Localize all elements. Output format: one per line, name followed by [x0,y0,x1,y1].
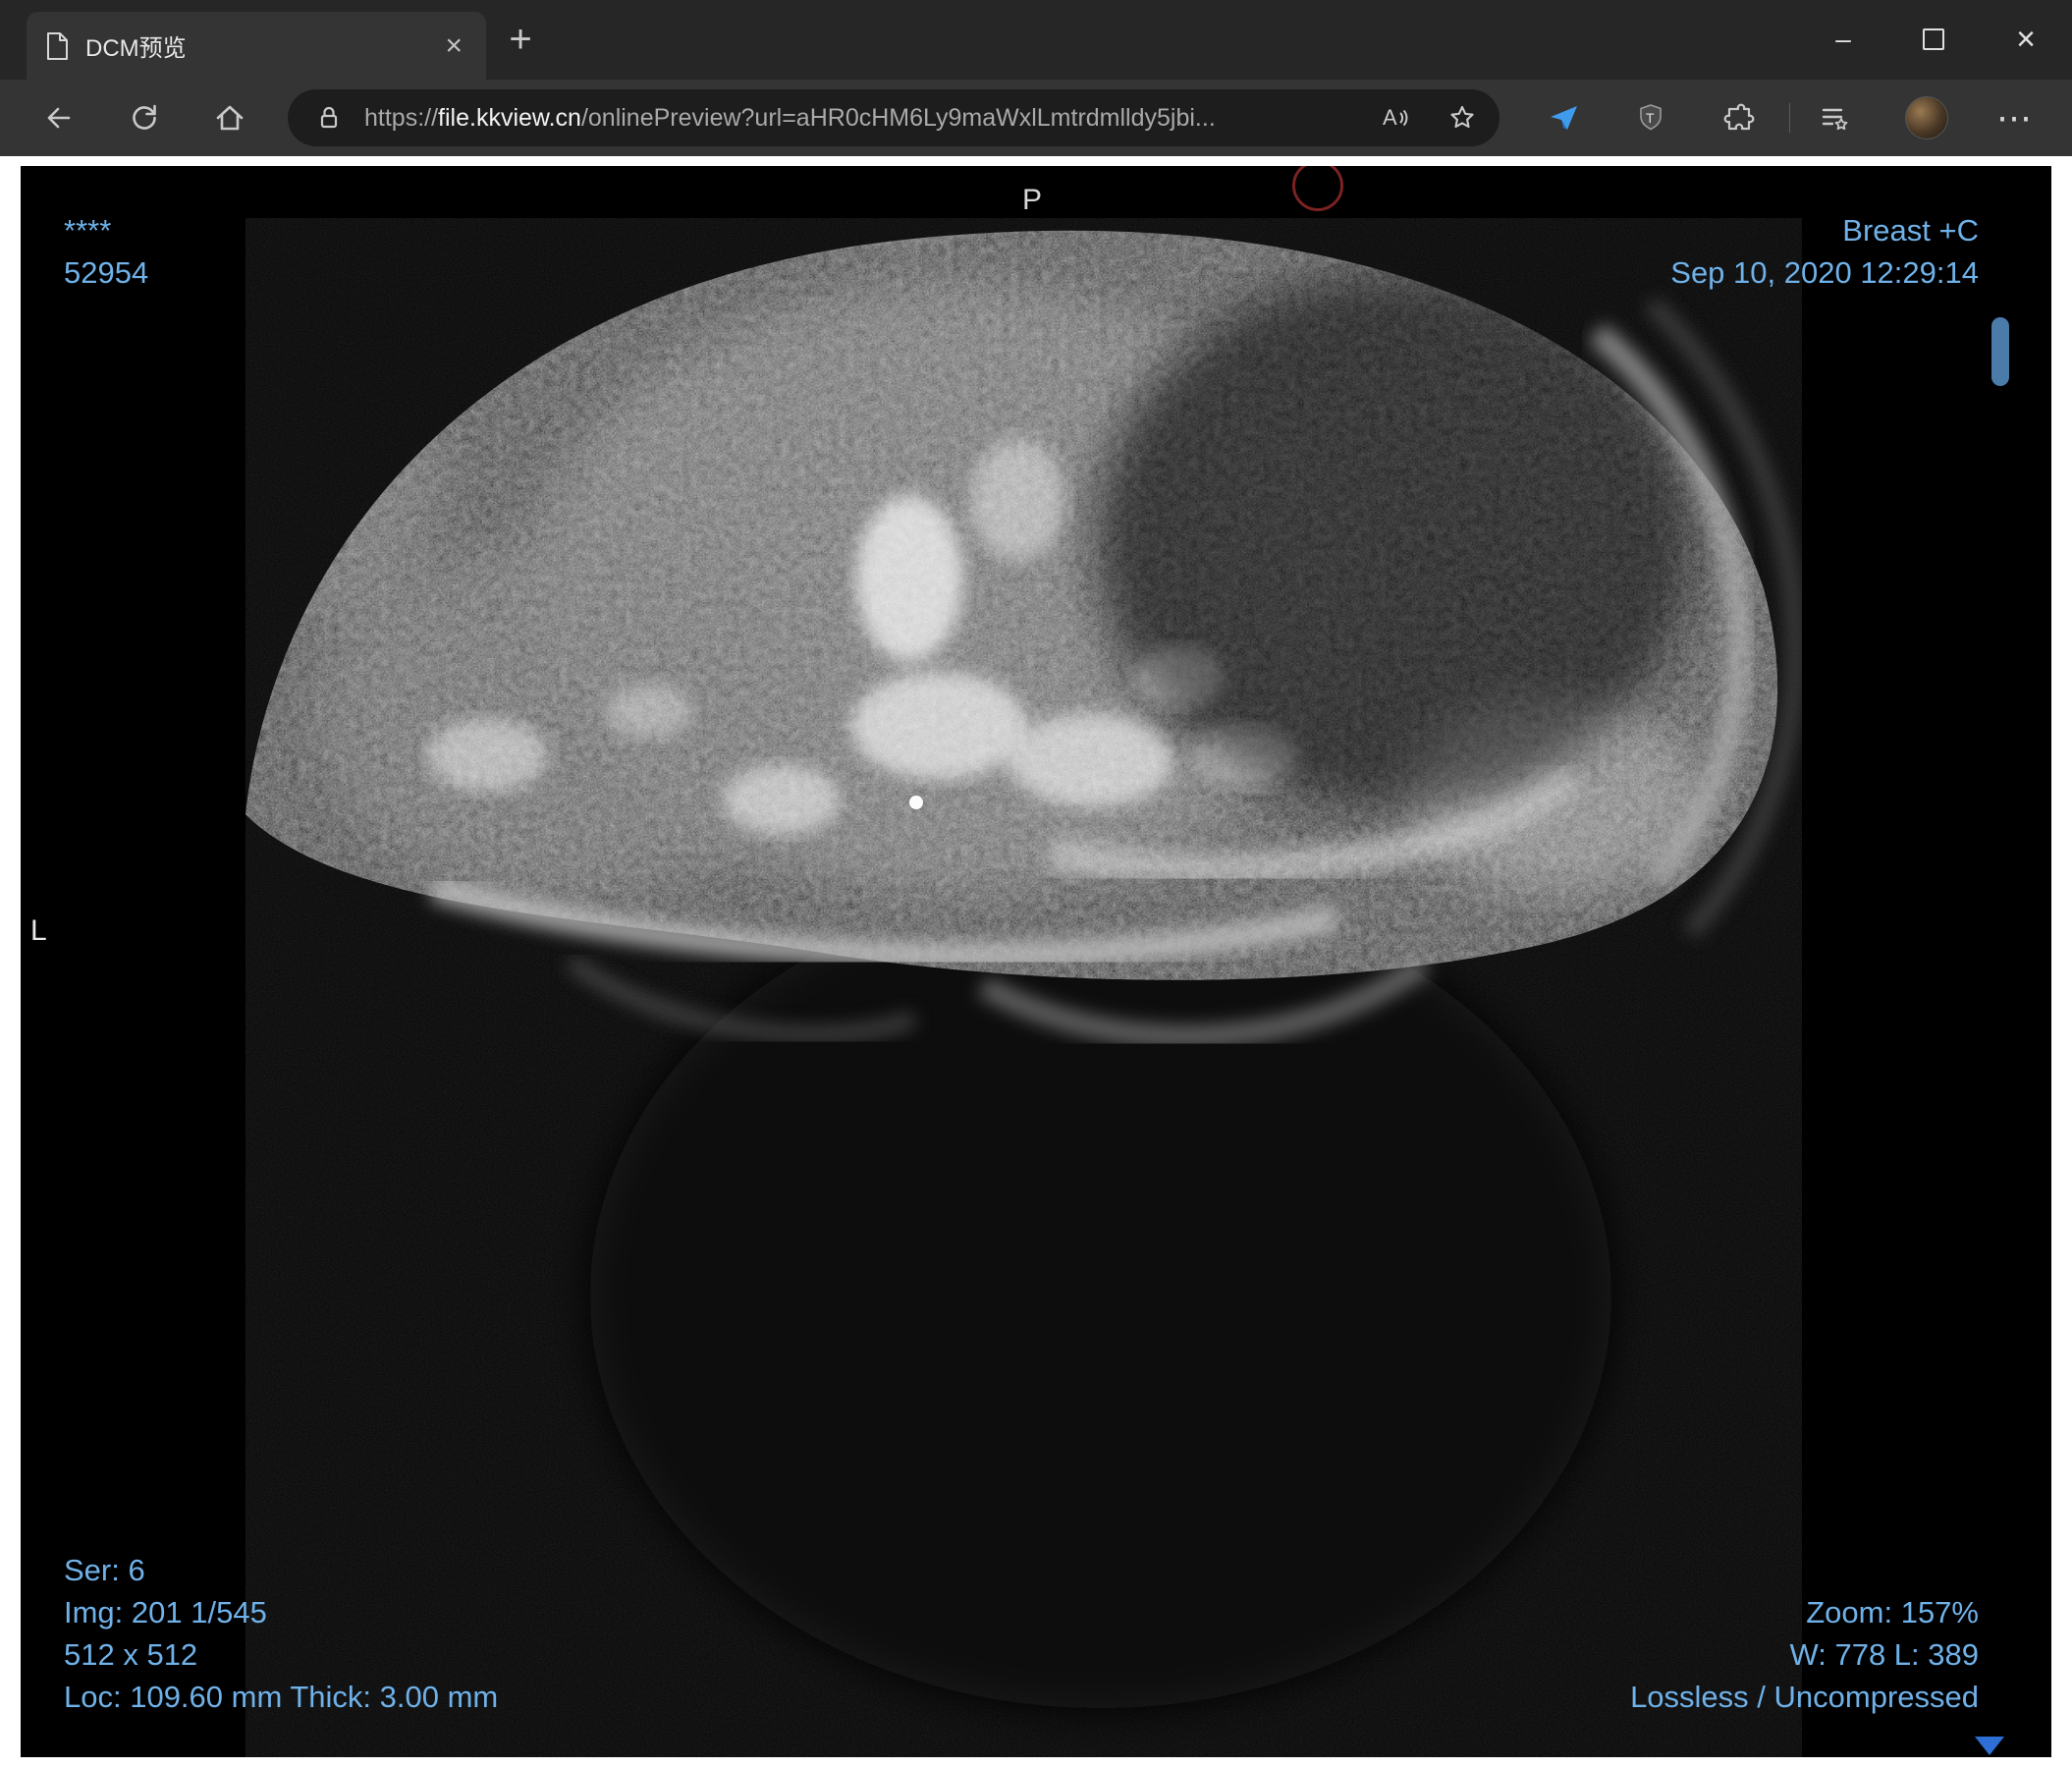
more-menu-button[interactable]: ⋯ [1992,96,2036,139]
series-info-overlay: Ser: 6 Img: 201 1/545 512 x 512 Loc: 109… [64,1549,498,1718]
read-aloud-button[interactable]: A [1374,98,1413,138]
slice-location: Loc: 109.60 mm Thick: 3.00 mm [64,1680,499,1714]
new-tab-button[interactable]: + [499,18,542,61]
document-icon [47,31,68,60]
toolbar-divider [1789,103,1790,133]
zoom-level: Zoom: 157% [1806,1595,1979,1630]
favorite-star-button[interactable] [1443,98,1482,138]
url-scheme: https:// [364,103,439,132]
profile-avatar[interactable] [1905,96,1948,139]
svg-text:T: T [1646,110,1655,126]
back-button[interactable] [35,96,79,139]
image-matrix: 512 x 512 [64,1637,198,1672]
scroll-down-arrow-icon[interactable] [1975,1737,2004,1755]
window-close-button[interactable]: × [2003,17,2048,62]
browser-toolbar: https://file.kkview.cn/onlinePreview?url… [0,80,2072,156]
compression-info: Lossless / Uncompressed [1630,1680,1979,1714]
maximize-icon [1923,28,1944,50]
study-description: Breast +C [1842,213,1979,248]
mri-image [21,166,2051,1757]
browser-window: DCM预览 × + – × https://file.kkview.cn/onl… [0,0,2072,1768]
favorites-hub-button[interactable] [1813,96,1856,139]
dicom-viewport[interactable]: **** 52954 P L Breast +C Sep 10, 2020 12… [21,166,2051,1757]
window-minimize-button[interactable]: – [1821,17,1866,62]
series-number: Ser: 6 [64,1553,145,1587]
tab-title: DCM预览 [85,35,187,62]
home-button[interactable] [208,96,251,139]
shield-extension-button[interactable]: T [1629,96,1672,139]
image-number: Img: 201 1/545 [64,1595,267,1630]
puzzle-icon [1723,103,1755,131]
window-maximize-button[interactable] [1911,17,1956,62]
shield-extension-icon: T [1640,104,1662,131]
svg-text:A: A [1383,105,1397,130]
url-text[interactable]: https://file.kkview.cn/onlinePreview?url… [364,104,1374,133]
read-aloud-icon: A [1383,105,1408,130]
url-path: /onlinePreview?url=aHR0cHM6Ly9maWxlLmtrd… [580,103,1216,132]
refresh-icon [133,104,156,130]
window-level: W: 778 L: 389 [1789,1637,1979,1672]
display-info-overlay: Zoom: 157% W: 778 L: 389 Lossless / Unco… [1630,1591,1979,1718]
star-icon [1450,105,1474,129]
refresh-button[interactable] [123,96,166,139]
orientation-left: L [30,914,47,947]
lock-icon[interactable] [309,98,349,138]
tab-dcm-preview[interactable]: DCM预览 × [27,12,486,80]
patient-id: 52954 [64,255,149,290]
orientation-posterior: P [1022,184,1043,216]
home-icon [216,105,244,131]
address-bar[interactable]: https://file.kkview.cn/onlinePreview?url… [288,89,1499,146]
study-info-overlay: Breast +C Sep 10, 2020 12:29:14 [1670,209,1979,294]
tab-close-icon[interactable]: × [439,30,468,61]
tab-strip: DCM预览 × + – × [0,0,2072,80]
url-domain: file.kkview.cn [438,103,581,132]
favorites-hub-icon [1822,108,1848,131]
patient-stars: **** [64,213,112,248]
patient-info-overlay: **** 52954 [64,209,148,294]
page-content: **** 52954 P L Breast +C Sep 10, 2020 12… [0,156,2072,1768]
series-scrollbar-thumb[interactable] [1991,317,2009,386]
browser-essentials-button[interactable] [1543,96,1586,139]
study-datetime: Sep 10, 2020 12:29:14 [1670,255,1979,290]
back-arrow-icon [47,107,71,129]
extensions-button[interactable] [1717,96,1760,139]
blue-plane-icon [1551,106,1577,130]
